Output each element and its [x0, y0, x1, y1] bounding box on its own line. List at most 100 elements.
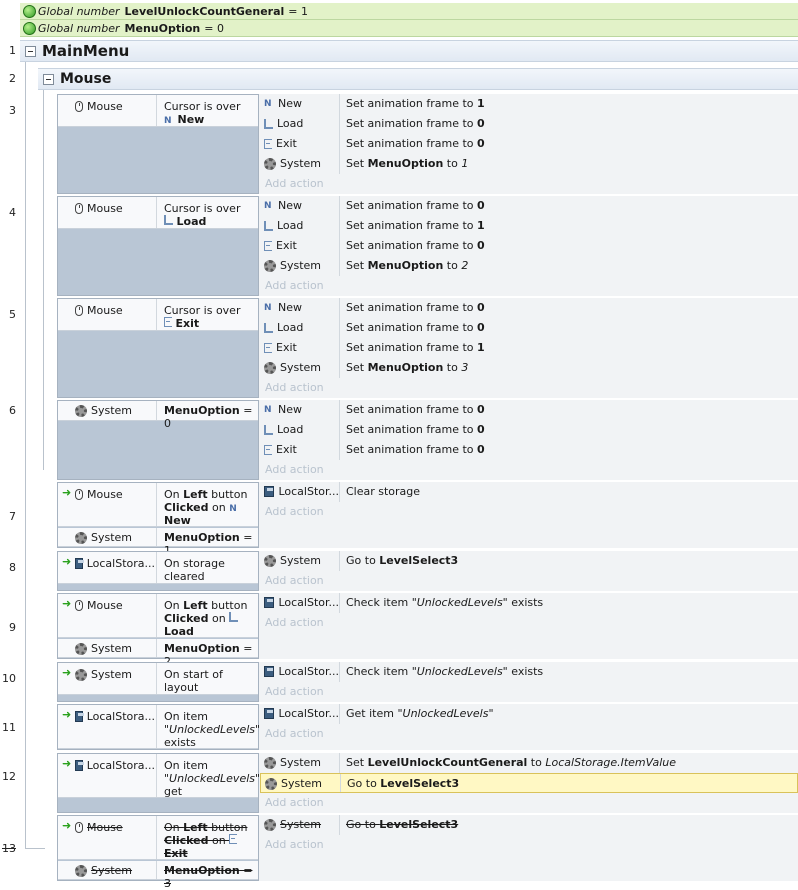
condition[interactable]: System MenuOption = 3: [58, 861, 258, 890]
global-variable-row[interactable]: Global number MenuOption = 0: [20, 20, 798, 37]
global-name: MenuOption: [124, 21, 201, 35]
action-value: 0: [477, 199, 485, 212]
action[interactable]: System Go to LevelSelect3: [260, 815, 798, 835]
action[interactable]: LocalStor... Clear storage: [260, 482, 798, 502]
condition[interactable]: ➜ LocalStora... On item "UnlockedLevels" g…: [58, 754, 260, 798]
add-action-link[interactable]: Add action: [265, 835, 324, 855]
action-object: Exit: [276, 137, 297, 150]
condition[interactable]: System MenuOption = 2: [58, 639, 258, 668]
event-row[interactable]: ➜ LocalStora... On item "UnlockedLevels" g…: [57, 753, 798, 813]
event-row[interactable]: ➜ LocalStora... On storage cleared System…: [57, 551, 798, 591]
action[interactable]: N New Set animation frame to 0: [260, 298, 798, 318]
action-object: System: [280, 157, 322, 170]
action-value: "UnlockedLevels": [411, 665, 508, 678]
global-variable-row[interactable]: Global number LevelUnlockCountGeneral = …: [20, 3, 798, 20]
condition-variable: MenuOption: [164, 531, 240, 544]
action-selected[interactable]: System Go to LevelSelect3: [260, 773, 798, 793]
condition[interactable]: System MenuOption = 1: [58, 528, 258, 557]
condition-text: cleared: [164, 570, 205, 583]
add-action-link[interactable]: Add action: [265, 378, 324, 398]
add-action-link[interactable]: Add action: [265, 682, 324, 702]
condition-object: System: [91, 642, 133, 655]
gear-icon: [264, 157, 276, 170]
event-row[interactable]: ➜ LocalStora... On item "UnlockedLevels" e…: [57, 704, 798, 750]
action-value: LevelSelect3: [379, 554, 459, 567]
global-kind: Global number: [38, 21, 120, 35]
condition[interactable]: System MenuOption = 0: [58, 401, 258, 430]
sprite-new-icon: N: [264, 404, 272, 415]
line-number: 10: [2, 672, 16, 685]
condition[interactable]: ➜ Mouse On Left button Clicked on Load: [58, 594, 258, 638]
action[interactable]: Load Set animation frame to 0: [260, 114, 798, 134]
global-value: = 0: [204, 21, 224, 35]
sprite-exit-icon: [264, 444, 272, 455]
condition-param: "UnlockedLevels": [164, 723, 261, 736]
action[interactable]: System Set MenuOption to 1: [260, 154, 798, 174]
condition[interactable]: Mouse Cursor is over Exit: [58, 299, 258, 331]
add-action-link[interactable]: Add action: [265, 571, 324, 591]
add-action-link[interactable]: Add action: [265, 724, 324, 744]
action-object: New: [278, 199, 302, 212]
gear-icon: [264, 818, 276, 831]
condition[interactable]: ➜ LocalStora... On item "UnlockedLevels" e…: [58, 705, 261, 749]
gear-icon: [265, 777, 277, 790]
collapse-toggle-icon[interactable]: [43, 73, 54, 85]
action[interactable]: LocalStor... Get item "UnlockedLevels": [260, 704, 798, 724]
action-value: 0: [477, 443, 485, 456]
action[interactable]: LocalStor... Check item "UnlockedLevels" …: [260, 662, 798, 682]
condition-param: Exit: [164, 847, 188, 860]
action-object: LocalStor...: [278, 707, 339, 720]
collapse-toggle-icon[interactable]: [25, 45, 36, 57]
group-mainmenu[interactable]: MainMenu: [20, 40, 798, 62]
action[interactable]: N New Set animation frame to 1: [260, 94, 798, 114]
action[interactable]: Exit Set animation frame to 0: [260, 134, 798, 154]
condition[interactable]: ➜ Mouse On Left button Clicked on N New: [58, 483, 258, 527]
action-object: System: [280, 756, 322, 769]
condition[interactable]: ➜ LocalStora... On storage cleared: [58, 552, 258, 584]
event-row[interactable]: System MenuOption = 0 N New Set animation …: [57, 400, 798, 480]
action[interactable]: Exit Set animation frame to 0: [260, 236, 798, 256]
condition[interactable]: Mouse Cursor is over N New: [58, 95, 258, 127]
action[interactable]: N New Set animation frame to 0: [260, 196, 798, 216]
event-row[interactable]: Mouse Cursor is over Load N New Set animat…: [57, 196, 798, 296]
action-text: Set animation frame to: [346, 137, 478, 150]
action[interactable]: System Set MenuOption to 3: [260, 358, 798, 378]
add-action-link[interactable]: Add action: [265, 793, 324, 813]
action[interactable]: N New Set animation frame to 0: [260, 400, 798, 420]
sprite-exit-icon: [264, 342, 272, 353]
action[interactable]: System Set LevelUnlockCountGeneral to Loc…: [260, 753, 798, 773]
action-text: to: [443, 157, 462, 170]
add-action-link[interactable]: Add action: [265, 174, 324, 194]
trigger-arrow-icon: ➜: [62, 819, 72, 832]
line-number: 3: [9, 104, 16, 117]
condition-param: Load: [164, 625, 194, 638]
event-row[interactable]: ➜ System On start of layout LocalStor... C…: [57, 662, 798, 702]
event-row[interactable]: Mouse Cursor is over Exit N New Set animat…: [57, 298, 798, 398]
line-number: 1: [9, 44, 16, 57]
action-text: Set animation frame to: [346, 341, 478, 354]
action[interactable]: LocalStor... Check item "UnlockedLevels" …: [260, 593, 798, 613]
action[interactable]: Load Set animation frame to 1: [260, 216, 798, 236]
condition[interactable]: ➜ Mouse On Left button Clicked on Exit: [58, 816, 258, 860]
action[interactable]: Exit Set animation frame to 1: [260, 338, 798, 358]
event-row[interactable]: ➜ Mouse On Left button Clicked on Load Sy…: [57, 593, 798, 668]
group-mouse[interactable]: Mouse: [38, 68, 798, 90]
condition[interactable]: ➜ System On start of layout: [58, 663, 258, 695]
add-action-link[interactable]: Add action: [265, 613, 324, 633]
event-row[interactable]: ➜ Mouse On Left button Clicked on N New Sy…: [57, 482, 798, 557]
condition[interactable]: Mouse Cursor is over Load: [58, 197, 258, 229]
event-row[interactable]: Mouse Cursor is over N New N New Set animat…: [57, 94, 798, 194]
trigger-arrow-icon: ➜: [62, 708, 72, 721]
add-action-link[interactable]: Add action: [265, 460, 324, 480]
add-action-link[interactable]: Add action: [265, 276, 324, 296]
action-object: Exit: [276, 239, 297, 252]
sprite-load-icon: [264, 424, 273, 435]
add-action-link[interactable]: Add action: [265, 502, 324, 522]
condition-text: layout: [164, 681, 199, 694]
action[interactable]: Exit Set animation frame to 0: [260, 440, 798, 460]
action[interactable]: Load Set animation frame to 0: [260, 318, 798, 338]
action[interactable]: System Go to LevelSelect3: [260, 551, 798, 571]
action[interactable]: Load Set animation frame to 0: [260, 420, 798, 440]
event-row-disabled[interactable]: ➜ Mouse On Left button Clicked on Exit Sy…: [57, 815, 798, 890]
action[interactable]: System Set MenuOption to 2: [260, 256, 798, 276]
